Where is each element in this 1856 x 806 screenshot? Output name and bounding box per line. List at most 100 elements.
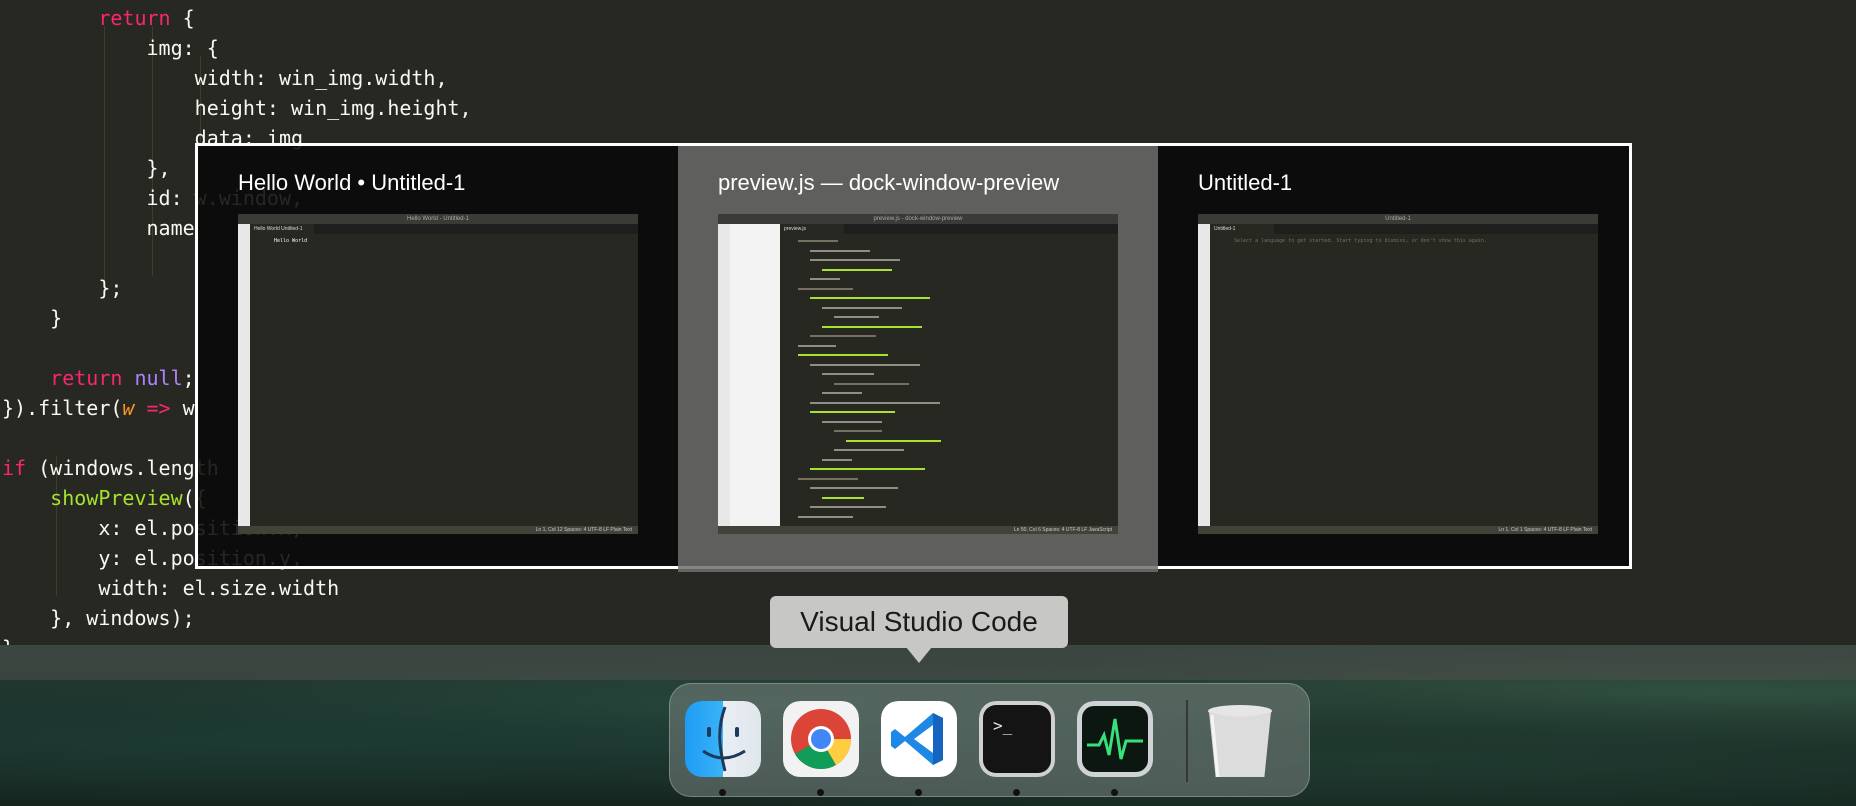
code-line: name <box>2 213 195 243</box>
vscode-icon[interactable] <box>881 701 957 777</box>
thumbnail-code-line <box>834 449 904 451</box>
code-line: width: el.size.width <box>2 573 339 603</box>
thumbnail-code-line <box>846 439 941 442</box>
window-thumbnail: preview.js - dock-window-preview preview… <box>718 214 1118 534</box>
thumbnail-code-line <box>822 496 864 499</box>
window-preview-panel: Hello World • Untitled-1 Hello World - U… <box>195 143 1632 572</box>
code-token: showPreview <box>50 486 183 510</box>
running-indicator <box>1013 789 1020 796</box>
thumbnail-code-line <box>822 420 882 423</box>
code-line: height: win_img.height, <box>2 93 472 123</box>
code-line: } <box>2 633 14 645</box>
thumbnail-title-bar: preview.js - dock-window-preview <box>718 214 1118 224</box>
thumbnail-sidebar <box>730 224 780 526</box>
thumbnail-code-line <box>798 477 858 480</box>
code-line: }, windows); <box>2 603 195 633</box>
code-token: w <box>122 396 135 420</box>
tooltip-arrow <box>906 647 932 663</box>
thumbnail-code-line <box>810 411 895 413</box>
thumbnail-title-bar: Hello World - Untitled-1 <box>238 214 638 224</box>
thumbnail-code-line <box>822 306 902 309</box>
code-token: ; <box>182 366 195 390</box>
code-line: if (windows.length <box>2 453 219 483</box>
thumbnail-code-line <box>798 515 853 518</box>
code-line: img: { <box>2 33 219 63</box>
running-indicator <box>817 789 824 796</box>
thumbnail-tab: Hello World Untitled-1 <box>250 224 314 234</box>
code-token: }; <box>2 276 123 300</box>
code-line: } <box>2 303 62 333</box>
window-preview-title: Untitled-1 <box>1198 170 1293 195</box>
code-token: width: win_img.width, <box>2 66 448 90</box>
thumbnail-status-bar: Ln 50, Col 6 Spaces: 4 UTF-8 LF JavaScri… <box>718 526 1118 534</box>
code-line: return { <box>2 3 195 33</box>
thumbnail-code-line <box>822 268 892 271</box>
code-token: (windows.length <box>26 456 219 480</box>
code-line: return null; <box>2 363 195 393</box>
thumbnail-code-line <box>810 487 898 489</box>
thumbnail-code-line <box>798 240 838 242</box>
thumbnail-title-bar: Untitled-1 <box>1198 214 1598 224</box>
code-token: }, windows); <box>2 606 195 630</box>
thumbnail-text: Hello World <box>274 238 308 244</box>
thumbnail-code-line <box>810 401 940 404</box>
thumbnail-text: Select a language to get started. Start … <box>1234 238 1487 244</box>
trash-icon[interactable] <box>1202 701 1278 777</box>
code-token: } <box>2 306 63 330</box>
code-token: }).filter( <box>2 396 123 420</box>
thumbnail-code-line <box>834 430 882 432</box>
dock-divider <box>1186 700 1188 782</box>
thumbnail-code-line <box>822 458 852 461</box>
thumbnail-code-line <box>798 287 853 290</box>
dock: >_ <box>669 683 1310 797</box>
code-token: } <box>2 636 14 645</box>
svg-text:>_: >_ <box>993 716 1013 735</box>
thumbnail-activity-bar <box>718 224 730 526</box>
thumbnail-code-line <box>810 468 925 470</box>
code-token: { <box>170 6 195 30</box>
code-line: }, <box>2 153 171 183</box>
code-token: }, <box>2 156 171 180</box>
activity-monitor-icon[interactable] <box>1077 701 1153 777</box>
thumbnail-code-line <box>810 278 840 280</box>
thumbnail-code-line <box>798 354 888 356</box>
thumbnail-code-line <box>810 363 920 366</box>
window-preview-untitled[interactable]: Untitled-1 Untitled-1 Untitled-1 Select … <box>1158 146 1638 572</box>
code-token: img: { <box>2 36 219 60</box>
thumbnail-code-line <box>810 297 930 299</box>
code-token: width: el.size.width <box>2 576 340 600</box>
code-token: return <box>98 6 171 30</box>
code-line: }; <box>2 273 122 303</box>
code-line: }).filter(w => w <box>2 393 195 423</box>
running-indicator <box>1111 789 1118 796</box>
thumbnail-code-line <box>822 392 862 394</box>
window-preview-hello-world[interactable]: Hello World • Untitled-1 Hello World - U… <box>198 146 678 572</box>
thumbnail-code-line <box>834 316 879 318</box>
thumbnail-status-bar: Ln 1, Col 12 Spaces: 4 UTF-8 LF Plain Te… <box>238 526 638 534</box>
thumbnail-code-line <box>810 259 900 261</box>
thumbnail-code-line <box>810 249 870 252</box>
finder-icon[interactable] <box>685 701 761 777</box>
window-preview-preview-js[interactable]: preview.js — dock-window-preview preview… <box>678 146 1158 572</box>
thumbnail-code-line <box>834 382 909 385</box>
terminal-icon[interactable]: >_ <box>979 701 1055 777</box>
thumbnail-tab: Untitled-1 <box>1210 224 1274 234</box>
window-thumbnail: Untitled-1 Untitled-1 Select a language … <box>1198 214 1598 534</box>
thumbnail-status-bar: Ln 1, Col 1 Spaces: 4 UTF-8 LF Plain Tex… <box>1198 526 1598 534</box>
code-token: null <box>134 366 183 390</box>
chrome-icon[interactable] <box>783 701 859 777</box>
code-token: w <box>170 396 195 420</box>
thumbnail-activity-bar <box>238 224 250 526</box>
code-token: name <box>2 216 195 240</box>
thumbnail-code-line <box>822 373 874 375</box>
code-token: if <box>2 456 27 480</box>
running-indicator <box>915 789 922 796</box>
thumbnail-code-line <box>822 325 922 328</box>
thumbnail-code-line <box>798 344 836 347</box>
window-preview-title: Hello World • Untitled-1 <box>238 170 466 195</box>
